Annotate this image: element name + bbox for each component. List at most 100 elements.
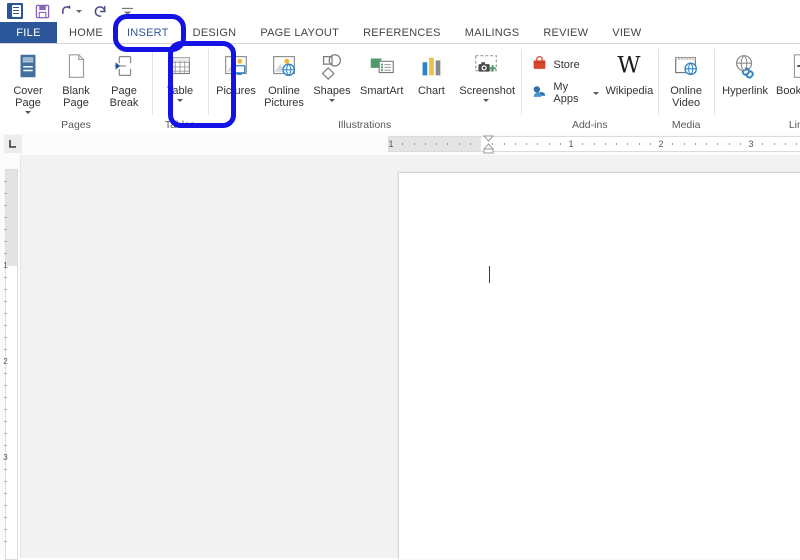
- table-button[interactable]: Table: [156, 47, 204, 102]
- screenshot-button[interactable]: Screenshot: [455, 47, 517, 102]
- document-canvas[interactable]: [21, 155, 800, 559]
- vertical-ruler-number: 3: [3, 453, 8, 462]
- store-icon: [531, 55, 548, 75]
- horizontal-ruler[interactable]: 1 1 2 3: [0, 133, 800, 156]
- vertical-ruler-tick: [4, 373, 7, 374]
- label-line-1: Online: [268, 85, 300, 97]
- ruler-tick: [762, 143, 764, 145]
- document-page[interactable]: [398, 172, 800, 559]
- ruler-tick: [548, 143, 550, 145]
- word-window: FILE HOME INSERT DESIGN PAGE LAYOUT REFERENC…: [0, 0, 800, 560]
- ruler-tick: [649, 143, 651, 145]
- vertical-ruler-tick: [4, 253, 7, 254]
- wikipedia-button-label: Wikipedia: [606, 85, 654, 97]
- label-line-1: Blank: [62, 85, 90, 97]
- vertical-ruler-tick: [4, 385, 7, 386]
- page-break-button[interactable]: Page Break: [100, 47, 148, 109]
- blank-page-button[interactable]: Blank Page: [52, 47, 100, 109]
- tab-review[interactable]: REVIEW: [531, 22, 600, 44]
- ribbon-group-label: Pages: [61, 119, 91, 131]
- screenshot-icon: [471, 49, 501, 83]
- label-line-2: Break: [109, 97, 139, 109]
- undo-icon[interactable]: [60, 2, 82, 20]
- vertical-ruler-number: 2: [3, 357, 8, 366]
- tab-page-layout[interactable]: PAGE LAYOUT: [248, 22, 351, 44]
- online-pictures-button[interactable]: Online Pictures: [260, 47, 308, 109]
- smartart-button-label: SmartArt: [360, 85, 403, 97]
- tab-home[interactable]: HOME: [57, 22, 115, 44]
- blank-page-icon: [61, 49, 91, 83]
- customize-quick-access-icon[interactable]: [118, 2, 136, 20]
- cover-page-button[interactable]: Cover Page: [4, 47, 52, 114]
- word-logo-icon: [6, 2, 24, 20]
- ruler-tick: [796, 143, 797, 145]
- my-apps-button[interactable]: My Apps: [527, 78, 602, 108]
- text-cursor: [489, 266, 490, 283]
- wikipedia-button[interactable]: W Wikipedia: [605, 47, 655, 97]
- tab-stop-selector-icon[interactable]: [4, 135, 22, 153]
- tab-references[interactable]: REFERENCES: [351, 22, 453, 44]
- ruler-number: 3: [748, 139, 754, 149]
- shapes-button[interactable]: Shapes: [308, 47, 356, 102]
- label-line-2: Video: [672, 97, 701, 109]
- ruler-tick: [469, 143, 471, 145]
- online-video-icon: [671, 49, 701, 83]
- cover-page-button-label: Cover Page: [13, 85, 42, 109]
- ribbon-group-add-ins: Store My Apps W Wikipedia Add-ins: [521, 44, 658, 133]
- vertical-ruler-number: 1: [3, 261, 8, 270]
- vertical-ruler-tick: [4, 349, 7, 350]
- tab-insert[interactable]: INSERT: [115, 22, 181, 44]
- redo-icon[interactable]: [91, 2, 109, 20]
- ribbon-group-tables: Table Tables: [152, 44, 208, 133]
- ribbon-group-links: HyperlinkBookmarkCross-referenceLinks: [714, 44, 800, 133]
- vertical-ruler[interactable]: 1 2 3: [0, 155, 21, 560]
- label-line-1: Chart: [417, 85, 445, 97]
- label-line-1: Cover: [13, 85, 43, 97]
- vertical-ruler-tick: [4, 445, 7, 446]
- undo-dropdown-caret-icon[interactable]: [76, 9, 82, 13]
- ruler-tick: [616, 143, 617, 145]
- wikipedia-icon: W: [614, 49, 644, 83]
- ruler-tick: [627, 143, 629, 145]
- ribbon-group-label: Tables: [164, 119, 196, 131]
- hyperlink-button-label: Hyperlink: [722, 85, 768, 97]
- label-line-1: Page: [111, 85, 137, 97]
- pictures-button[interactable]: Pictures: [212, 47, 260, 97]
- ribbon-group-label: Media: [671, 119, 701, 131]
- vertical-ruler-tick: [4, 397, 7, 398]
- my-apps-button-label: My Apps: [553, 81, 579, 105]
- tab-mailings[interactable]: MAILINGS: [453, 22, 532, 44]
- ruler-tick: [537, 143, 539, 145]
- vertical-ruler-tick: [4, 469, 7, 470]
- tab-view[interactable]: VIEW: [600, 22, 653, 44]
- save-icon[interactable]: [33, 2, 51, 20]
- chevron-down-icon[interactable]: [483, 99, 490, 102]
- bookmark-button[interactable]: Bookmark: [772, 47, 800, 97]
- chevron-down-icon[interactable]: [177, 99, 183, 102]
- chart-icon: [416, 49, 446, 83]
- ruler-tick: [784, 143, 786, 145]
- tab-file[interactable]: FILE: [0, 22, 57, 44]
- ribbon-group-label: Links: [788, 119, 800, 131]
- tab-design[interactable]: DESIGN: [181, 22, 249, 44]
- hyperlink-button[interactable]: Hyperlink: [718, 47, 772, 97]
- chart-button[interactable]: Chart: [407, 47, 455, 97]
- store-button[interactable]: Store: [527, 52, 602, 78]
- indent-marker-icon[interactable]: [482, 133, 495, 155]
- chevron-down-icon[interactable]: [25, 111, 31, 114]
- ruler-tick: [559, 143, 561, 145]
- smartart-button[interactable]: SmartArt: [356, 47, 407, 97]
- ribbon-group-label: Illustrations: [338, 119, 392, 131]
- vertical-ruler-tick: [4, 241, 7, 242]
- ruler-number: 1: [388, 139, 394, 149]
- horizontal-ruler-track[interactable]: 1 1 2 3: [388, 136, 800, 152]
- chevron-down-icon[interactable]: [329, 99, 335, 102]
- vertical-ruler-tick: [4, 529, 7, 530]
- ribbon-tab-bar: FILE HOME INSERT DESIGN PAGE LAYOUT REFERENC…: [0, 22, 800, 44]
- online-video-button[interactable]: Online Video: [662, 47, 710, 109]
- vertical-ruler-tick: [4, 337, 7, 338]
- chevron-down-icon[interactable]: [592, 91, 599, 95]
- vertical-ruler-tick: [4, 325, 7, 326]
- vertical-ruler-tick: [4, 421, 7, 422]
- ruler-tick: [728, 143, 730, 145]
